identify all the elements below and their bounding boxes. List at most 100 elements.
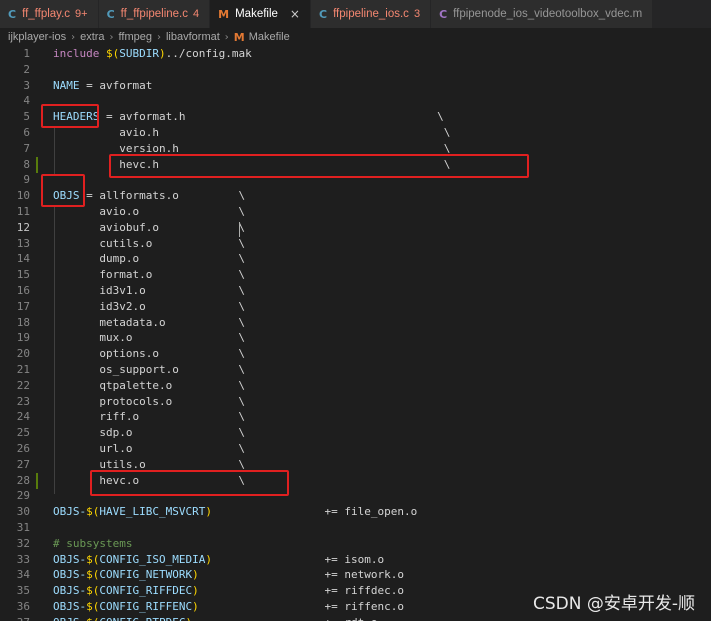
line-number: 35 [16,584,30,598]
code-line[interactable]: 13 cutils.o \ [0,236,711,252]
c-file-icon: C [8,7,17,21]
line-number: 8 [23,157,30,171]
tab-ffpipeline-ios-c[interactable]: Cffpipeline_ios.c 3 [310,0,432,28]
annotation-box-hevc-h [109,154,529,178]
text-cursor [239,222,240,237]
code-text: OBJS-$(CONFIG_RTPDEC) += rdt.o [53,615,378,621]
breadcrumb-item[interactable]: ijkplayer-ios [8,31,66,43]
breadcrumb-item[interactable]: Makefile [249,31,290,43]
indent-guide [54,126,55,174]
code-line[interactable]: 18 metadata.o \ [0,315,711,331]
code-line[interactable]: 11 avio.o \ [0,204,711,220]
code-line[interactable]: 17 id3v2.o \ [0,299,711,315]
code-line[interactable]: 33 OBJS-$(CONFIG_ISO_MEDIA) += isom.o [0,552,711,568]
line-number: 30 [16,505,30,519]
breadcrumb-item[interactable]: libavformat [166,31,220,43]
code-token: options.o \ [53,347,246,361]
code-token: OBJS- [53,600,87,613]
gutter-change-indicator[interactable] [36,472,38,489]
code-token: NAME [53,78,80,92]
code-line[interactable]: 20 options.o \ [0,346,711,362]
code-line[interactable]: 32 # subsystems [0,536,711,552]
code-token: CONFIG_RIFFDEC [99,584,193,598]
tab-ff-ffpipeline-c[interactable]: Cff_ffpipeline.c 4 [98,0,211,28]
code-token: ) [205,505,212,519]
code-text: mux.o \ [53,330,245,346]
code-line[interactable]: 4 [0,93,711,109]
code-line[interactable]: 15 format.o \ [0,267,711,283]
code-editor[interactable]: 37OBJS-$(CONFIG_RTPDEC) += rdt.o36OBJS-$… [0,46,711,621]
code-line[interactable]: 21 os_support.o \ [0,362,711,378]
code-line[interactable]: 25 sdp.o \ [0,425,711,441]
code-line[interactable]: 16 id3v1.o \ [0,283,711,299]
chevron-right-icon: › [71,31,76,43]
tab-ff-ffplay-c[interactable]: Cff_ffplay.c 9+ [0,0,99,28]
problem-count-badge: 4 [193,8,200,20]
code-line[interactable]: 1 include $(SUBDIR)../config.mak [0,46,711,62]
line-number: 6 [23,126,30,139]
code-token: sdp.o \ [53,426,246,440]
tab-label: Makefile [235,8,278,20]
line-number: 33 [16,552,30,566]
code-line[interactable]: 34 OBJS-$(CONFIG_NETWORK) += network.o [0,567,711,583]
code-line[interactable]: 3 NAME = avformat [0,78,711,94]
line-number: 26 [16,442,30,455]
code-token: format.o \ [53,268,246,282]
line-number: 13 [16,236,30,250]
line-number: 7 [23,141,30,155]
code-token: += network.o [198,568,405,582]
watermark: CSDN @安卓开发-顺 [532,594,695,614]
line-number: 12 [16,220,30,234]
code-token: OBJS- [53,616,86,621]
code-text: aviobuf.o \ [53,220,245,236]
code-line[interactable]: 22 qtpalette.o \ [0,378,711,394]
code-text: NAME = avformat [53,78,152,94]
code-token: metadata.o \ [53,315,246,329]
close-icon[interactable]: × [290,7,300,21]
line-number: 23 [16,394,30,408]
tab-label: ff_ffpipeline.c [120,8,189,20]
code-token: $( [86,552,100,566]
line-number: 9 [23,173,30,187]
code-token: dump.o \ [53,252,246,266]
line-number: 2 [23,62,30,76]
code-line[interactable]: 12 aviobuf.o \ [0,220,711,236]
chevron-right-icon: › [224,31,229,43]
line-number: 15 [16,268,30,282]
chevron-right-icon: › [156,31,161,43]
code-line[interactable]: 14 dump.o \ [0,251,711,267]
tab-ffpipenode-ios-videotoolbox-vdec-m[interactable]: Cffpipenode_ios_videotoolbox_vdec.m [431,0,654,28]
code-token: ../config.mak [165,47,252,60]
line-number: 29 [16,489,30,503]
code-line[interactable]: 19 mux.o \ [0,330,711,346]
code-line[interactable]: 23 protocols.o \ [0,394,711,410]
code-token: $( [86,505,100,519]
code-line[interactable]: 30 OBJS-$(HAVE_LIBC_MSVCRT) += file_open.… [0,504,711,520]
tab-makefile[interactable]: M Makefile × [210,0,311,28]
c-file-icon: C [318,7,328,21]
code-token: = avformat [79,78,153,92]
tab-label: ffpipeline_ios.c [333,8,409,20]
annotation-box-headers [41,104,99,128]
line-number: 34 [16,568,30,582]
line-number: 18 [16,315,30,329]
line-number: 16 [16,284,30,297]
code-token: += file_open.o [211,505,418,519]
code-text: id3v1.o \ [53,283,245,299]
code-line[interactable]: 2 [0,62,711,78]
code-text: HEADERS = avformat.h \ [53,109,444,125]
code-line[interactable]: 6 avio.h \ [0,125,711,141]
breadcrumb-item[interactable]: extra [80,31,104,43]
code-line[interactable]: 31 [0,520,711,536]
tab-label: ff_ffplay.c [22,8,71,20]
gutter-change-indicator[interactable] [36,156,38,173]
code-line[interactable]: 5 HEADERS = avformat.h \ [0,109,711,125]
code-line[interactable]: 26 url.o \ [0,441,711,457]
code-token: protocols.o \ [53,394,246,408]
breadcrumb-item[interactable]: ffmpeg [119,31,152,43]
code-line[interactable]: 24 riff.o \ [0,409,711,425]
code-text: OBJS-$(CONFIG_NETWORK) += network.o [53,567,404,583]
code-line[interactable]: 10 OBJS = allformats.o \ [0,188,711,204]
code-line[interactable]: 37 OBJS-$(CONFIG_RTPDEC) += rdt.o [0,615,711,621]
annotation-box-hevc-o [90,470,289,496]
